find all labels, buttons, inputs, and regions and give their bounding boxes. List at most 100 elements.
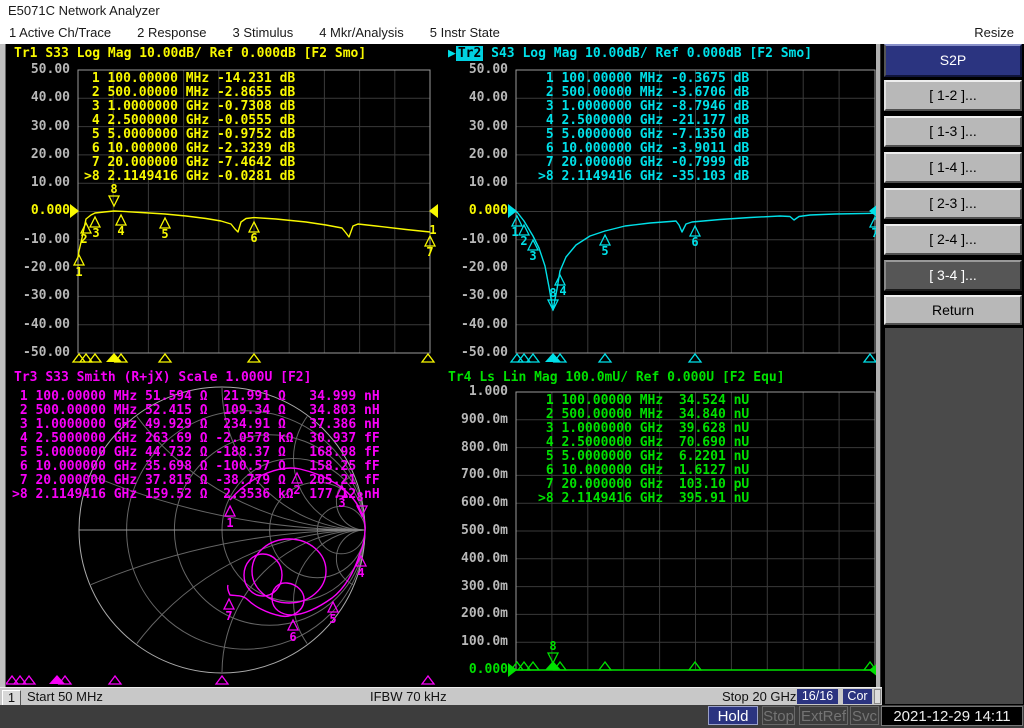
menu-active-ch-trace[interactable]: 1 Active Ch/Trace — [9, 22, 111, 44]
tr4-marker-table: 1 100.00000 MHz 34.524 nU 2 500.00000 MHz 34.84… — [538, 394, 749, 506]
menu-stimulus[interactable]: 3 Stimulus — [233, 22, 294, 44]
ifbw-value: IFBW 70 kHz — [370, 689, 447, 704]
panel-tr2: ▶ Tr2 S43 Log Mag 10.00dB/ Ref 0.000dB [F… — [440, 44, 880, 368]
svg-text:5: 5 — [161, 227, 168, 241]
svg-text:5: 5 — [601, 244, 608, 258]
marker-row: 1 100.00000 MHz 51.594 Ω 21.991 Ω 34.999 nH — [19, 389, 380, 404]
marker-row: 1 100.00000 MHz -0.3675 dB — [545, 71, 750, 86]
svg-text:5: 5 — [329, 612, 336, 626]
softkey-1-4[interactable]: [ 1-4 ]... — [884, 152, 1022, 183]
svg-text:6: 6 — [691, 235, 698, 249]
panel-tr1: Tr1 S33 Log Mag 10.00dB/ Ref 0.000dB [F2… — [6, 44, 440, 368]
marker-row: 3 1.0000000 GHz -8.7946 dB — [545, 99, 750, 114]
marker-row: 6 10.000000 GHz -3.9011 dB — [545, 141, 750, 156]
marker-row: 4 2.5000000 GHz -21.177 dB — [545, 113, 750, 128]
svg-text:7: 7 — [426, 245, 433, 259]
softkey-header-s2p: S2P — [884, 44, 1022, 77]
marker-row: 5 5.0000000 GHz 44.732 Ω -188.37 Ω 168.98 fF — [19, 445, 380, 460]
svg-text:4: 4 — [357, 566, 364, 580]
stop-frequency: Stop 20 GHz — [722, 689, 797, 704]
marker-row: 1 100.00000 MHz 34.524 nU — [545, 393, 750, 408]
softkey-2-3[interactable]: [ 2-3 ]... — [884, 188, 1022, 219]
tr3-marker-table: 1 100.00000 MHz 51.594 Ω 21.991 Ω 34.999 nH 2 500… — [12, 390, 380, 502]
marker-row: 1 100.00000 MHz -14.231 dB — [91, 71, 296, 86]
marker-row: >8 2.1149416 GHz -35.103 dB — [538, 169, 750, 184]
menu-instr-state[interactable]: 5 Instr State — [430, 22, 500, 44]
marker-row: 6 10.000000 GHz 1.6127 nU — [545, 463, 750, 478]
marker-row: 6 10.000000 GHz 35.698 Ω -100.57 Ω 158.25 fF — [19, 459, 380, 474]
softkey-return[interactable]: Return — [884, 295, 1022, 325]
marker-row: 7 20.000000 GHz -0.7999 dB — [545, 155, 750, 170]
softkey-sidebar: S2P [ 1-2 ]... [ 1-3 ]... [ 1-4 ]... [ 2… — [876, 44, 1024, 728]
marker-row: 3 1.0000000 GHz 39.628 nU — [545, 421, 750, 436]
panel-tr4: Tr4 Ls Lin Mag 100.0mU/ Ref 0.000U [F2 E… — [440, 368, 880, 687]
svg-text:6: 6 — [289, 630, 296, 644]
status-end-box — [874, 689, 881, 704]
sweep-points-badge: 16/16 — [797, 689, 838, 704]
marker-row: 7 20.000000 GHz 103.10 pU — [545, 477, 750, 492]
hold-indicator[interactable]: Hold — [708, 706, 758, 725]
start-frequency: Start 50 MHz — [27, 689, 103, 704]
marker-row: 2 500.00000 MHz -2.8655 dB — [91, 85, 296, 100]
softkey-1-2[interactable]: [ 1-2 ]... — [884, 80, 1022, 111]
tr3-stimulus-markers — [6, 675, 435, 685]
tr1-marker-table: 1 100.00000 MHz -14.231 dB 2 500.00000 MHz -2.8… — [84, 72, 295, 184]
svg-text:8: 8 — [110, 182, 117, 196]
marker-row: 5 5.0000000 GHz -0.9752 dB — [91, 127, 296, 142]
marker-row: >8 2.1149416 GHz 159.52 Ω 2.3536 kΩ 177.12 nH — [12, 487, 380, 502]
datetime-display: 2021-12-29 14:11 — [881, 706, 1023, 726]
svg-text:4: 4 — [559, 284, 566, 298]
svg-text:3: 3 — [92, 226, 99, 240]
svg-text:2: 2 — [520, 234, 527, 248]
svg-text:8: 8 — [549, 286, 556, 300]
window-title: E5071C Network Analyzer — [0, 0, 1024, 22]
tr1-stimulus-markers — [72, 353, 435, 363]
tr4-marker-triangles — [510, 661, 877, 671]
marker-row: 2 500.00000 MHz 52.415 Ω 109.34 Ω 34.803 nH — [19, 403, 380, 418]
sidebar-empty-area — [884, 328, 1023, 704]
marker-row: 2 500.00000 MHz -3.6706 dB — [545, 85, 750, 100]
softkey-2-4[interactable]: [ 2-4 ]... — [884, 224, 1022, 255]
svg-text:2: 2 — [80, 232, 87, 246]
menu-resize[interactable]: Resize — [974, 22, 1014, 44]
svg-text:6: 6 — [250, 231, 257, 245]
marker-row: 2 500.00000 MHz 34.840 nU — [545, 407, 750, 422]
svg-text:1: 1 — [429, 223, 436, 237]
marker-row: 4 2.5000000 GHz 263.69 Ω -2.0578 kΩ 30.937 fF — [19, 431, 380, 446]
svc-indicator: Svc — [850, 706, 879, 725]
marker-row: 4 2.5000000 GHz -0.0555 dB — [91, 113, 296, 128]
system-bar: Hold Stop ExtRef Svc 2021-12-29 14:11 — [0, 705, 1024, 728]
marker-row: 3 1.0000000 GHz 49.929 Ω 234.91 Ω 37.386 nH — [19, 417, 380, 432]
svg-text:3: 3 — [529, 249, 536, 263]
menu-response[interactable]: 2 Response — [137, 22, 206, 44]
marker-row: 5 5.0000000 GHz -7.1350 dB — [545, 127, 750, 142]
tr2-stimulus-markers — [510, 353, 877, 363]
sidebar-divider — [876, 44, 881, 728]
svg-text:4: 4 — [117, 224, 124, 238]
extref-indicator: ExtRef — [799, 706, 848, 725]
marker-row: 7 20.000000 GHz -7.4642 dB — [91, 155, 296, 170]
softkey-1-3[interactable]: [ 1-3 ]... — [884, 116, 1022, 147]
marker-row: 4 2.5000000 GHz 70.690 nU — [545, 435, 750, 450]
channel-number: 1 — [2, 690, 21, 706]
correction-badge: Cor — [843, 689, 872, 704]
stop-indicator: Stop — [762, 706, 795, 725]
marker-row: 6 10.000000 GHz -2.3239 dB — [91, 141, 296, 156]
marker-row: >8 2.1149416 GHz 395.91 nU — [538, 491, 750, 506]
marker-row: 7 20.000000 GHz 37.815 Ω -38.779 Ω 205.21 fF — [19, 473, 380, 488]
marker-row: 3 1.0000000 GHz -0.7308 dB — [91, 99, 296, 114]
instrument-screen: E5071C Network Analyzer 1 Active Ch/Trac… — [0, 0, 1024, 728]
svg-text:1: 1 — [226, 516, 233, 530]
tr2-marker-table: 1 100.00000 MHz -0.3675 dB 2 500.00000 MHz -3.6… — [538, 72, 749, 184]
svg-text:1: 1 — [75, 265, 82, 279]
menu-mkr-analysis[interactable]: 4 Mkr/Analysis — [319, 22, 404, 44]
marker-row: >8 2.1149416 GHz -0.0281 dB — [84, 169, 296, 184]
status-bar: 1 Start 50 MHz IFBW 70 kHz Stop 20 GHz 1… — [0, 687, 882, 706]
svg-text:8: 8 — [549, 639, 556, 653]
marker-row: 5 5.0000000 GHz 6.2201 nU — [545, 449, 750, 464]
svg-text:7: 7 — [225, 609, 232, 623]
panel-tr3: Tr3 S33 Smith (R+jX) Scale 1.000U [F2] 1… — [6, 368, 440, 687]
menu-bar: 1 Active Ch/Trace 2 Response 3 Stimulus … — [0, 22, 1024, 44]
svg-text:1: 1 — [511, 225, 518, 239]
softkey-3-4-selected[interactable]: [ 3-4 ]... — [884, 260, 1022, 291]
